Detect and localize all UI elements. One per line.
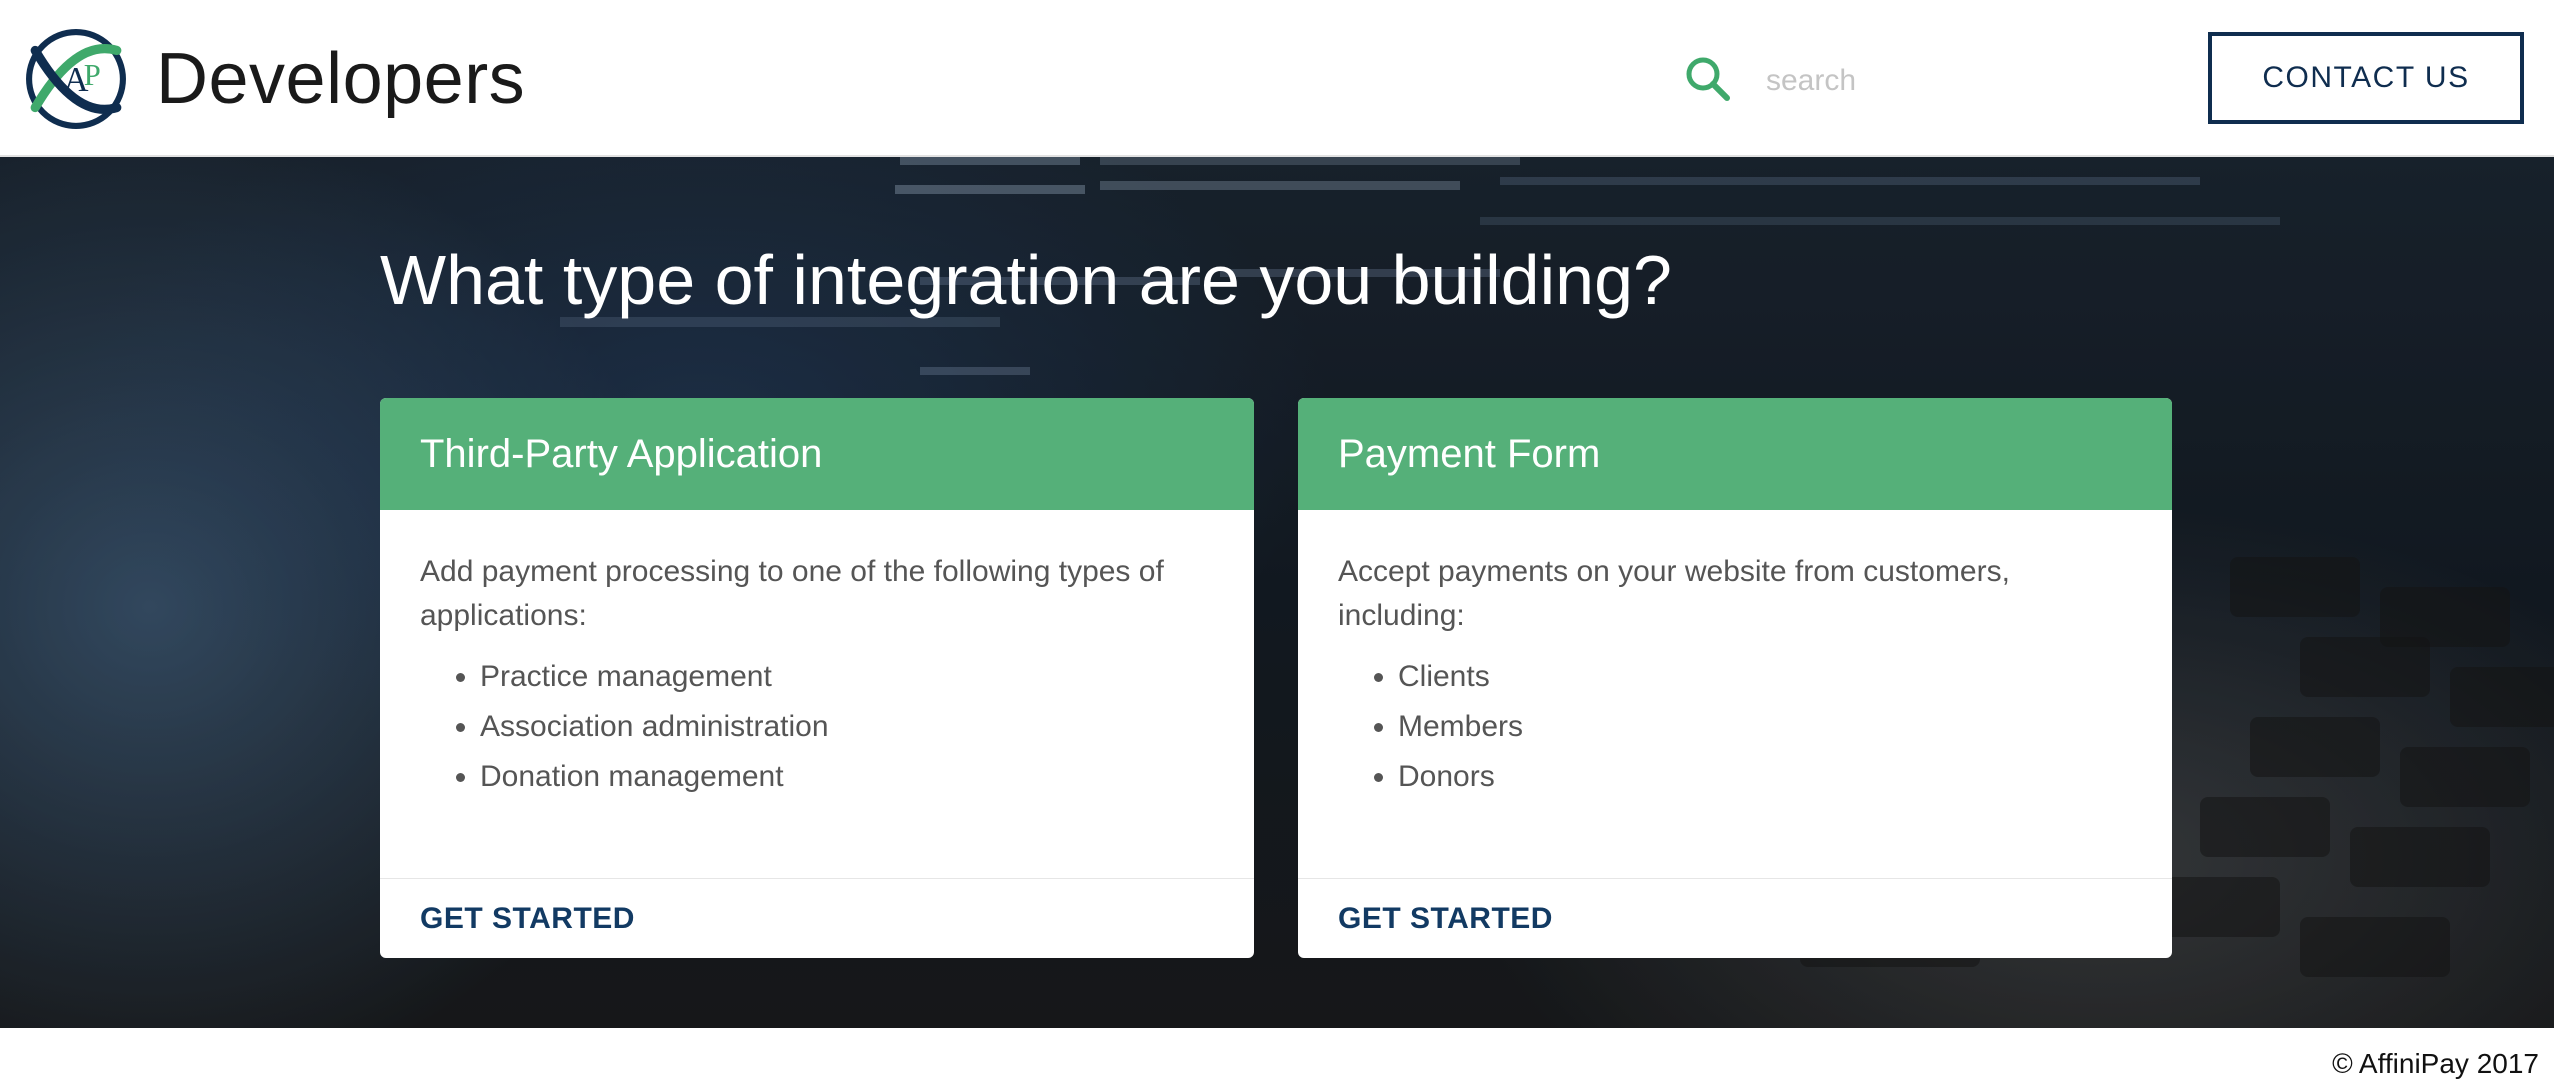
- search-icon[interactable]: [1683, 54, 1733, 104]
- hero-title: What type of integration are you buildin…: [380, 241, 1672, 319]
- list-item: Association administration: [480, 702, 1214, 752]
- search-input[interactable]: [1766, 56, 2166, 106]
- third-party-application-card: Third-Party Application Add payment proc…: [380, 398, 1254, 958]
- site-footer: © AffiniPay 2017: [0, 1028, 2554, 1090]
- card-title: Payment Form: [1298, 398, 2172, 510]
- list-item: Donors: [1398, 752, 2132, 802]
- affinipay-logo-icon[interactable]: A P: [25, 28, 127, 130]
- card-footer: GET STARTED: [380, 878, 1254, 958]
- card-footer: GET STARTED: [1298, 878, 2172, 958]
- svg-text:P: P: [84, 58, 101, 92]
- list-item: Donation management: [480, 752, 1214, 802]
- get-started-link[interactable]: GET STARTED: [420, 902, 635, 936]
- brand-title[interactable]: Developers: [156, 34, 525, 124]
- card-body: Accept payments on your website from cus…: [1298, 510, 2172, 802]
- site-header: A P Developers CONTACT US: [0, 0, 2554, 157]
- list-item: Practice management: [480, 652, 1214, 702]
- card-description: Add payment processing to one of the fol…: [420, 555, 1164, 632]
- card-body: Add payment processing to one of the fol…: [380, 510, 1254, 802]
- contact-us-button[interactable]: CONTACT US: [2208, 32, 2524, 124]
- payment-form-card: Payment Form Accept payments on your web…: [1298, 398, 2172, 958]
- hero-section: What type of integration are you buildin…: [0, 157, 2554, 1028]
- get-started-link[interactable]: GET STARTED: [1338, 902, 1553, 936]
- card-description: Accept payments on your website from cus…: [1338, 555, 2010, 632]
- customer-types-list: Clients Members Donors: [1338, 652, 2132, 802]
- copyright-text: © AffiniPay 2017: [2332, 1048, 2539, 1079]
- card-title: Third-Party Application: [380, 398, 1254, 510]
- application-types-list: Practice management Association administ…: [420, 652, 1214, 802]
- list-item: Clients: [1398, 652, 2132, 702]
- list-item: Members: [1398, 702, 2132, 752]
